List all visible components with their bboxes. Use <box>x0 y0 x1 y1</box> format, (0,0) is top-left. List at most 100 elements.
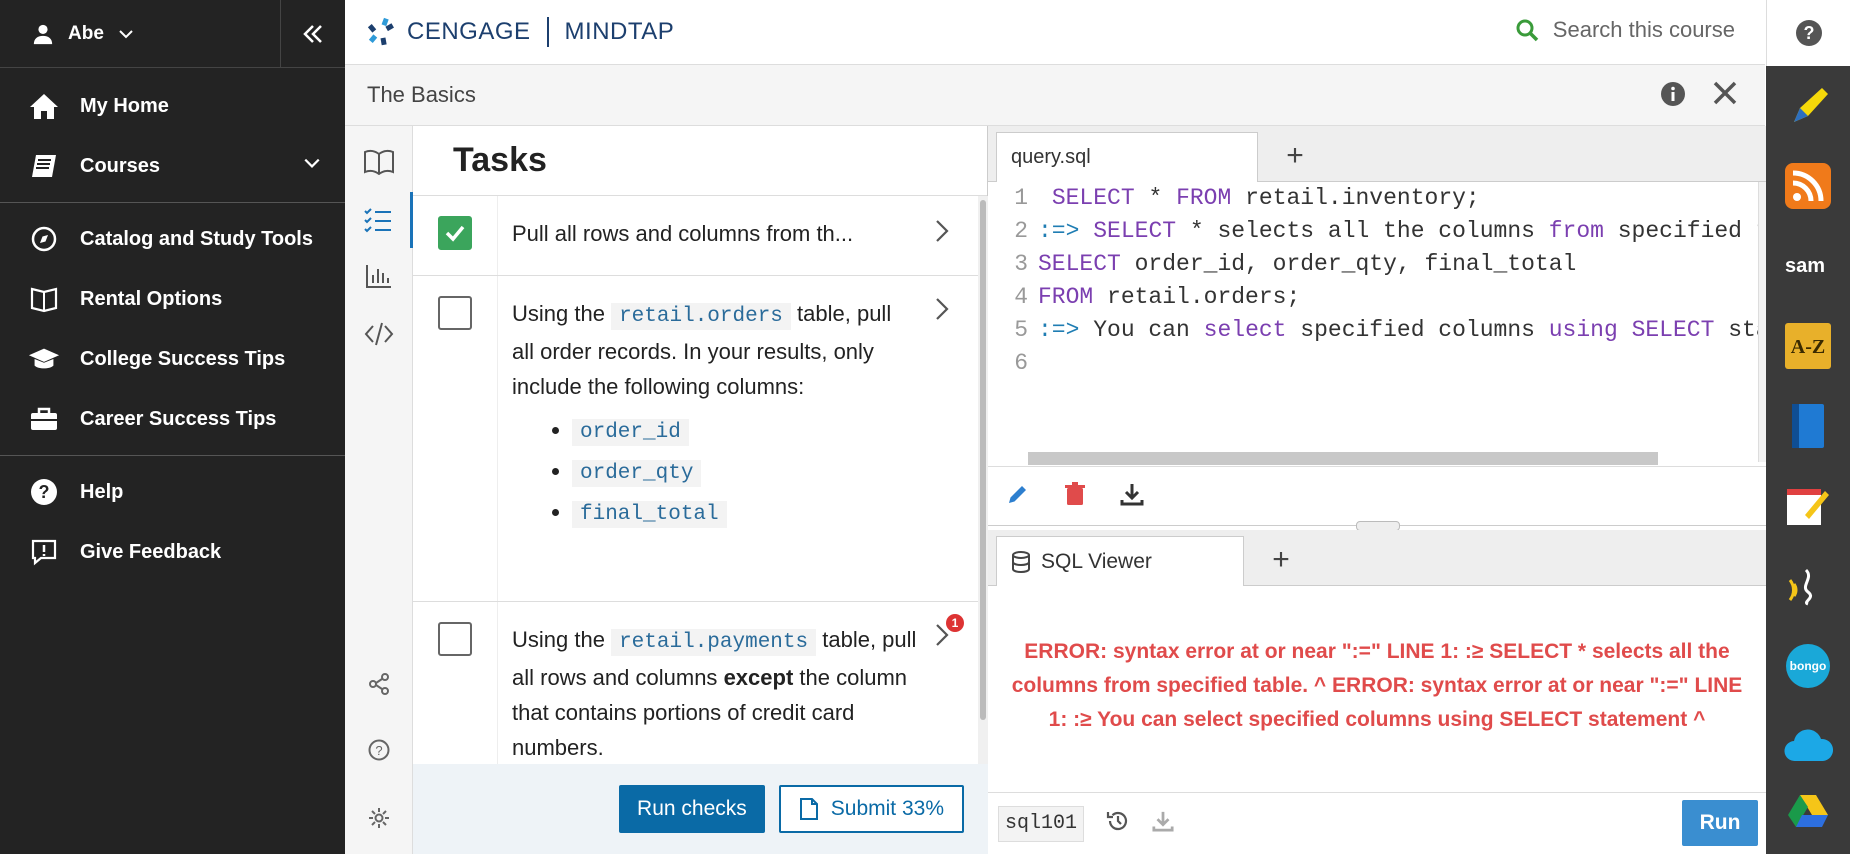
cengage-mindtap-logo[interactable]: CENGAGE MINDTAP <box>367 17 674 47</box>
close-icon <box>1713 81 1737 105</box>
sidebar-item-help[interactable]: ? Help <box>0 462 345 522</box>
sidebar-item-career-success[interactable]: Career Success Tips <box>0 389 345 449</box>
app-ebook[interactable] <box>1766 386 1850 466</box>
svg-text:sam: sam <box>1785 255 1825 277</box>
task-actions: Run checks Submit 33% <box>413 764 988 854</box>
sidebar-item-my-home[interactable]: My Home <box>0 76 345 136</box>
sql-viewer-tab-label: SQL Viewer <box>1041 549 1152 573</box>
code-token: SELECT <box>1038 251 1121 277</box>
viewer-footer: sql101 Run <box>988 792 1766 854</box>
task-item[interactable]: Using the retail.payments table, pull al… <box>413 602 978 764</box>
close-button[interactable] <box>1711 77 1739 116</box>
collapse-sidebar-button[interactable] <box>280 0 345 68</box>
edit-button[interactable] <box>1006 482 1030 511</box>
code-line[interactable]: SELECT order_id, order_qty, final_total <box>1038 248 1758 281</box>
code-area[interactable]: 123456 SELECT * FROM retail.inventory;:=… <box>988 182 1758 462</box>
expand-task-button[interactable] <box>934 296 950 327</box>
sql-viewer: SQL Viewer + ERROR: syntax error at or n… <box>988 530 1766 854</box>
app-sam[interactable]: sam <box>1766 226 1850 306</box>
code-token: specified columns <box>1286 317 1549 343</box>
rail-help-button[interactable]: ? <box>345 722 413 778</box>
database-selector[interactable]: sql101 <box>998 805 1085 842</box>
code-lines[interactable]: SELECT * FROM retail.inventory;:=> SELEC… <box>1038 182 1758 380</box>
task-item[interactable]: Using the retail.orders table, pull all … <box>413 276 978 602</box>
code-token: * selects all the columns <box>1176 218 1549 244</box>
run-checks-button[interactable]: Run checks <box>619 785 765 833</box>
task-body: Using the retail.orders table, pull all … <box>498 276 978 601</box>
rail-results-button[interactable] <box>345 248 413 304</box>
sidebar-item-catalog[interactable]: Catalog and Study Tools <box>0 209 345 269</box>
code-token: statement <box>1728 317 1758 343</box>
error-message: ERROR: syntax error at or near ":=" LINE… <box>1011 640 1743 731</box>
submit-label: Submit 33% <box>830 797 944 820</box>
add-file-tab-button[interactable]: + <box>1266 136 1324 176</box>
bar-chart-icon <box>366 265 391 288</box>
code-line[interactable]: SELECT * FROM retail.inventory; <box>1038 182 1758 215</box>
code-line[interactable]: :=> SELECT * selects all the columns fro… <box>1038 215 1758 248</box>
add-viewer-tab-button[interactable]: + <box>1252 540 1310 580</box>
run-button[interactable]: Run <box>1682 800 1758 846</box>
code-token: specified table <box>1617 218 1758 244</box>
help-button[interactable]: ? <box>1766 0 1850 66</box>
checklist-icon <box>363 208 391 233</box>
code-token: SELECT <box>1093 218 1177 244</box>
code-token: :=> <box>1038 317 1080 343</box>
app-readspeaker[interactable] <box>1766 546 1850 626</box>
app-drive[interactable] <box>1766 786 1850 836</box>
viewer-tab-bar: SQL Viewer + <box>988 530 1766 586</box>
chevron-down-icon <box>119 29 133 38</box>
app-notes[interactable] <box>1766 466 1850 546</box>
delete-button[interactable] <box>1064 481 1086 511</box>
top-header: CENGAGE MINDTAP Search this course <box>345 0 1765 65</box>
rail-tasks-button[interactable] <box>345 192 413 248</box>
info-button[interactable] <box>1659 80 1687 113</box>
sidebar-item-give-feedback[interactable]: Give Feedback <box>0 522 345 582</box>
task-checkbox[interactable] <box>438 296 472 330</box>
rss-icon <box>1785 163 1831 209</box>
app-bongo[interactable]: bongo <box>1766 626 1850 706</box>
task-text-emphasis: except <box>723 665 794 690</box>
rail-settings-button[interactable] <box>345 790 413 846</box>
course-search[interactable]: Search this course <box>1515 17 1735 43</box>
app-glossary[interactable]: A-Z <box>1766 306 1850 386</box>
history-button[interactable] <box>1106 809 1130 838</box>
task-list-scroll-thumb[interactable] <box>980 200 986 720</box>
code-line[interactable]: :=> You can select specified columns usi… <box>1038 314 1758 347</box>
search-input[interactable]: Search this course <box>1553 17 1735 43</box>
download-button[interactable] <box>1120 482 1144 511</box>
editor-horizontal-scrollbar[interactable] <box>1028 452 1658 465</box>
editor-vertical-scrollbar[interactable] <box>1758 182 1766 462</box>
task-list[interactable]: Pull all rows and columns from th... Usi… <box>413 196 978 764</box>
task-item[interactable]: Pull all rows and columns from th... <box>413 196 978 276</box>
code-line[interactable] <box>1038 347 1758 380</box>
download-results-button[interactable] <box>1152 810 1174 837</box>
task-checkbox[interactable] <box>438 622 472 656</box>
sidebar-item-label: College Success Tips <box>80 347 286 370</box>
app-highlighter[interactable] <box>1766 66 1850 146</box>
notes-icon <box>1787 489 1829 525</box>
user-icon <box>33 24 53 44</box>
code-line[interactable]: FROM retail.orders; <box>1038 281 1758 314</box>
code-icon <box>364 322 394 346</box>
app-rss[interactable] <box>1766 146 1850 226</box>
expand-task-button[interactable] <box>934 218 950 249</box>
activity-title: The Basics <box>367 82 476 107</box>
task-checkbox-cell <box>413 602 498 764</box>
submit-button[interactable]: Submit 33% <box>778 785 964 833</box>
highlighter-icon <box>1794 88 1828 122</box>
info-icon <box>1661 82 1685 106</box>
rail-share-button[interactable] <box>345 656 413 712</box>
sidebar-item-rental-options[interactable]: Rental Options <box>0 269 345 329</box>
sidebar-item-courses[interactable]: Courses <box>0 136 345 196</box>
app-cloud[interactable] <box>1766 706 1850 786</box>
rail-reading-button[interactable] <box>345 134 413 190</box>
task-checkbox-checked[interactable] <box>438 216 472 250</box>
file-tab-query-sql[interactable]: query.sql <box>996 132 1258 182</box>
sql-viewer-tab[interactable]: SQL Viewer <box>996 536 1244 586</box>
code-token: You can <box>1079 317 1204 343</box>
column-list: order_id order_qty final_total <box>572 414 918 531</box>
rail-code-button[interactable] <box>345 306 413 362</box>
user-menu[interactable]: Abe <box>0 0 280 68</box>
sidebar-item-college-success[interactable]: College Success Tips <box>0 329 345 389</box>
